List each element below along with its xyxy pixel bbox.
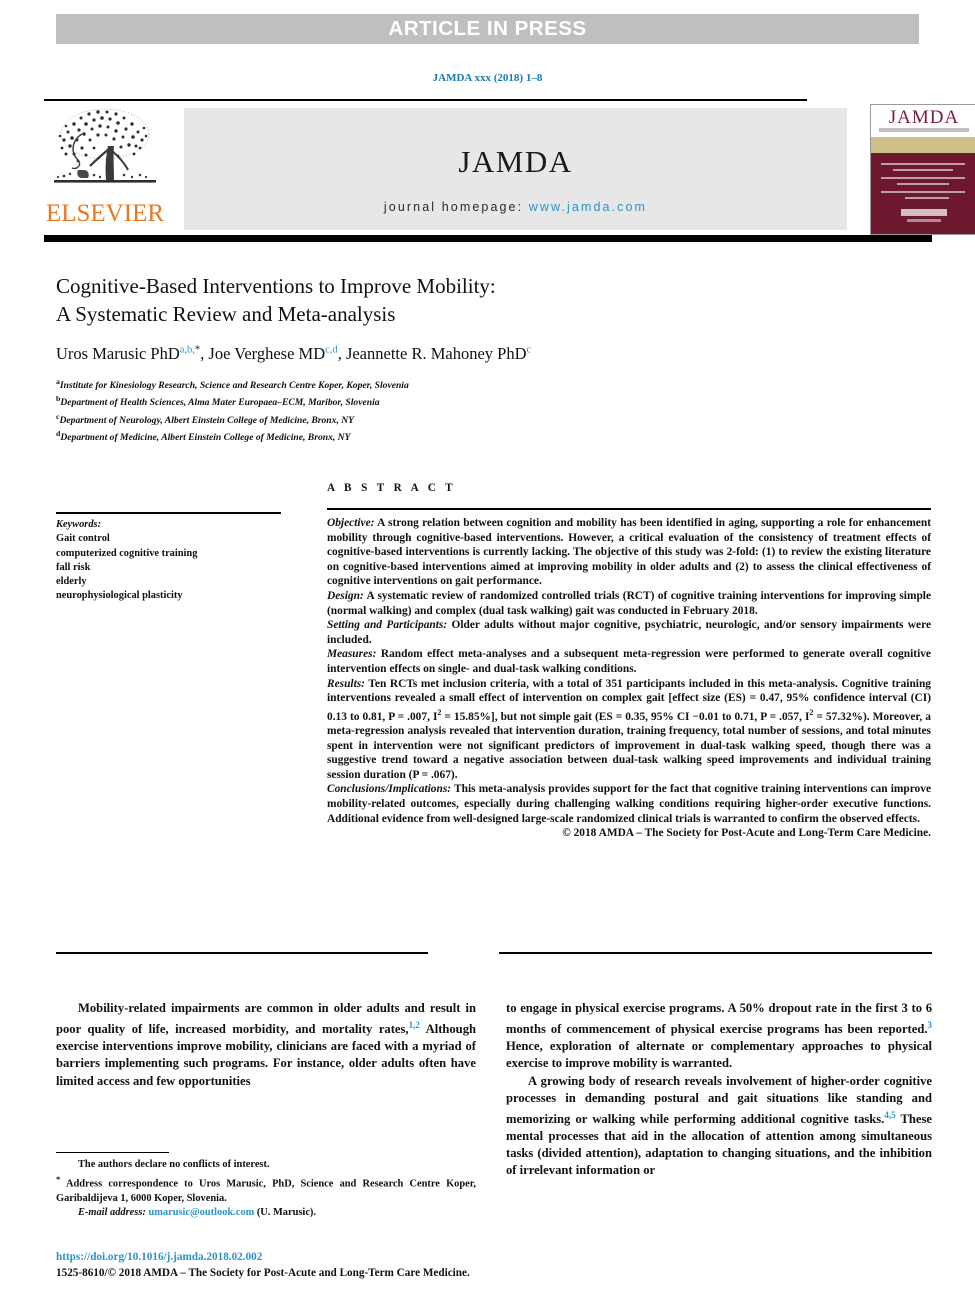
abstract-label-measures: Measures:: [327, 648, 377, 661]
citation-ref[interactable]: 1,2: [409, 1020, 420, 1030]
abstract-text-results: Ten RCTs met inclusion criteria, with a …: [327, 677, 931, 781]
author-1-name: Uros Marusic PhD: [56, 344, 180, 363]
issn-copyright-line: 1525-8610/© 2018 AMDA – The Society for …: [56, 1266, 470, 1279]
affiliation-text-d: Department of Medicine, Albert Einstein …: [60, 432, 351, 444]
abstract-label-design: Design:: [327, 589, 364, 602]
footnote-block: The authors declare no conflicts of inte…: [56, 1158, 476, 1221]
author-3[interactable]: Jeannette R. Mahoney PhDc: [346, 344, 531, 363]
abstract-label-setting: Setting and Participants:: [327, 619, 448, 632]
footnote-correspondence-text: Address correspondence to Uros Marusic, …: [56, 1178, 476, 1205]
affiliation-text-a: Institute for Kinesiology Research, Scie…: [59, 380, 409, 392]
abstract-section-design: Design: A systematic review of randomize…: [327, 589, 931, 618]
journal-homepage-link[interactable]: www.jamda.com: [529, 200, 647, 214]
title-line-2: A Systematic Review and Meta-analysis: [56, 302, 396, 326]
author-2-name: Joe Verghese MD: [208, 344, 326, 363]
cover-accent-band: [871, 137, 975, 153]
footnote-rule: [56, 1152, 169, 1154]
footnote-conflict: The authors declare no conflicts of inte…: [78, 1159, 270, 1170]
journal-homepage-label: journal homepage:: [383, 200, 524, 214]
article-in-press-banner: ARTICLE IN PRESS: [56, 14, 919, 44]
masthead-bottom-rule: [44, 235, 932, 242]
abstract-label-results: Results:: [327, 677, 365, 690]
affiliation-item: aInstitute for Kinesiology Research, Sci…: [56, 375, 776, 392]
author-2[interactable]: Joe Verghese MDc,d: [208, 344, 337, 363]
journal-banner: JAMDA journal homepage: www.jamda.com: [184, 108, 847, 230]
affiliation-text-c: Department of Neurology, Albert Einstein…: [59, 414, 355, 426]
abstract-body: Objective: A strong relation between cog…: [327, 516, 931, 841]
abstract-copyright: © 2018 AMDA – The Society for Post-Acute…: [562, 827, 931, 840]
affiliation-item: cDepartment of Neurology, Albert Einstei…: [56, 410, 776, 427]
body-right-rule: [499, 952, 932, 954]
author-1-affiliation-marks: a,b,: [179, 344, 195, 356]
email-suffix: (U. Marusic).: [254, 1207, 316, 1219]
author-3-affiliation-marks: c: [526, 344, 532, 356]
affiliation-item: bDepartment of Health Sciences, Alma Mat…: [56, 392, 776, 409]
affiliation-text-b: Department of Health Sciences, Alma Mate…: [60, 397, 380, 409]
footer-block: https://doi.org/10.1016/j.jamda.2018.02.…: [56, 1250, 516, 1281]
body-paragraph: A growing body of research reveals invol…: [506, 1073, 932, 1180]
citation-ref[interactable]: 3: [928, 1020, 933, 1030]
abstract-section-setting: Setting and Participants: Older adults w…: [327, 618, 931, 647]
abstract-label-conclusions: Conclusions/Implications:: [327, 783, 452, 796]
abstract-section-results: Results: Ten RCTs met inclusion criteria…: [327, 677, 931, 783]
keyword-item: neurophysiological plasticity: [56, 590, 183, 602]
author-2-affiliation-marks: c,d: [325, 344, 338, 356]
body-text-part: A growing body of research reveals invol…: [506, 1073, 932, 1126]
email-label: E-mail address:: [78, 1207, 146, 1219]
body-paragraph: to engage in physical exercise programs.…: [506, 1000, 932, 1073]
abstract-heading: A B S T R A C T: [327, 482, 457, 494]
keyword-item: elderly: [56, 576, 87, 588]
cover-logo-subtext: [907, 219, 941, 222]
author-1[interactable]: Uros Marusic PhDa,b,*: [56, 344, 200, 363]
cover-logo-mark: [901, 209, 947, 216]
body-column-left: Mobility-related impairments are common …: [56, 1000, 476, 1090]
journal-title: JAMDA: [458, 144, 573, 179]
author-list: Uros Marusic PhDa,b,*, Joe Verghese MDc,…: [56, 344, 776, 364]
cover-body-panel: [871, 153, 975, 234]
abstract-rule: [327, 508, 931, 510]
author-3-name: Jeannette R. Mahoney PhD: [345, 344, 527, 363]
affiliation-list: aInstitute for Kinesiology Research, Sci…: [56, 375, 776, 445]
abstract-label-objective: Objective:: [327, 517, 375, 529]
abstract-section-conclusions: Conclusions/Implications: This meta-anal…: [327, 782, 931, 826]
journal-citation-line: JAMDA xxx (2018) 1–8: [432, 72, 543, 84]
article-header: Cognitive-Based Interventions to Improve…: [56, 272, 776, 445]
elsevier-wordmark: ELSEVIER: [45, 200, 165, 227]
doi-link[interactable]: https://doi.org/10.1016/j.jamda.2018.02.…: [56, 1250, 516, 1266]
keywords-heading: Keywords:: [56, 519, 102, 530]
abstract-section-measures: Measures: Random effect meta-analyses an…: [327, 647, 931, 676]
abstract-text-design: A systematic review of randomized contro…: [327, 589, 931, 617]
elsevier-logo: ELSEVIER: [44, 104, 166, 232]
journal-cover-thumbnail[interactable]: JAMDA: [870, 104, 975, 235]
footnote-correspondence: * Address correspondence to Uros Marusic…: [56, 1172, 476, 1206]
keywords-rule: [56, 512, 281, 514]
cover-subtitle-bar: [879, 128, 969, 132]
author-separator-2: ,: [337, 344, 346, 363]
body-text-part: Hence, exploration of alternate or compl…: [506, 1039, 932, 1071]
keyword-item: computerized cognitive training: [56, 547, 198, 559]
abstract-text-measures: Random effect meta-analyses and a subseq…: [327, 648, 931, 675]
abstract-text-objective: A strong relation between cognition and …: [327, 517, 931, 588]
footnote-email: E-mail address: umarusic@outlook.com (U.…: [56, 1206, 476, 1220]
citation-ref[interactable]: 4,5: [884, 1110, 895, 1120]
cover-title: JAMDA: [888, 107, 960, 128]
body-column-right: to engage in physical exercise programs.…: [506, 1000, 932, 1179]
abstract-section-objective: Objective: A strong relation between cog…: [327, 516, 931, 589]
keyword-item: Gait control: [56, 533, 110, 545]
body-paragraph: Mobility-related impairments are common …: [56, 1000, 476, 1090]
title-line-1: Cognitive-Based Interventions to Improve…: [56, 274, 496, 298]
journal-homepage: journal homepage: www.jamda.com: [184, 200, 847, 214]
affiliation-item: dDepartment of Medicine, Albert Einstein…: [56, 427, 776, 444]
page-title: Cognitive-Based Interventions to Improve…: [56, 272, 776, 328]
journal-masthead: ELSEVIER JAMDA journal homepage: www.jam…: [44, 100, 975, 235]
email-link[interactable]: umarusic@outlook.com: [148, 1207, 254, 1218]
body-left-rule: [56, 952, 428, 954]
body-text-part: to engage in physical exercise programs.…: [506, 1001, 932, 1037]
elsevier-tree-icon: [54, 108, 156, 183]
keyword-item: fall risk: [56, 561, 91, 573]
body-text-part: Mobility-related impairments are common …: [56, 1001, 476, 1037]
keywords-block: Keywords: Gait control computerized cogn…: [56, 518, 296, 604]
article-in-press-label: ARTICLE IN PRESS: [388, 17, 587, 40]
